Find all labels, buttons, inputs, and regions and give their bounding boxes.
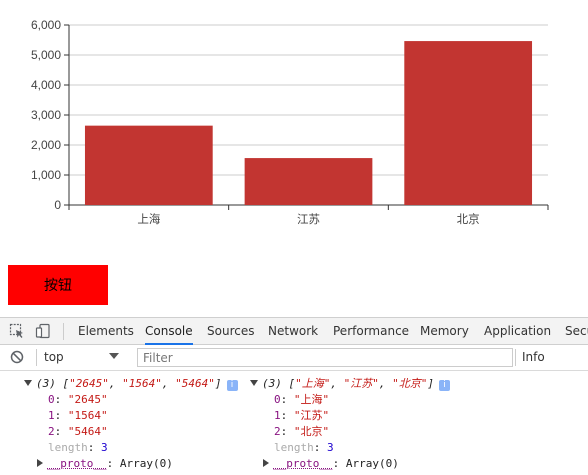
summary-item: "江苏" xyxy=(344,377,379,390)
item-colon: : xyxy=(281,393,294,406)
tab-elements[interactable]: Elements xyxy=(78,318,134,345)
item-index: 1 xyxy=(274,409,281,422)
log-levels-selector[interactable]: Info xyxy=(515,349,545,366)
item-value: "江苏" xyxy=(294,409,329,422)
array-length: length: 3 xyxy=(274,440,334,456)
bar-1 xyxy=(85,126,213,205)
item-colon: : xyxy=(281,425,294,438)
proto-colon: : xyxy=(333,457,346,470)
bar-chart-svg: 0 1,000 2,000 3,000 4,000 5,000 6,000 上海 江苏 北京 xyxy=(0,0,588,240)
array-item: 0: "上海" xyxy=(274,392,329,408)
array-item: 0: "2645" xyxy=(48,392,108,408)
item-colon: : xyxy=(55,425,68,438)
summary-separator: , xyxy=(379,377,392,390)
summary-item: "上海" xyxy=(295,377,330,390)
x-category-label: 北京 xyxy=(457,212,480,226)
tab-secu[interactable]: Secu xyxy=(565,318,588,345)
inspect-element-icon[interactable] xyxy=(9,323,25,339)
item-colon: : xyxy=(55,409,68,422)
length-value: 3 xyxy=(101,441,108,454)
bar-2 xyxy=(245,158,373,205)
proto-colon: : xyxy=(107,457,120,470)
array-item: 2: "5464" xyxy=(48,424,108,440)
x-category-label: 江苏 xyxy=(297,212,320,226)
y-tick-label: 4,000 xyxy=(31,78,61,92)
tab-performance[interactable]: Performance xyxy=(333,318,409,345)
summary-separator: , xyxy=(109,377,122,390)
summary-separator: , xyxy=(330,377,343,390)
array-item: 1: "1564" xyxy=(48,408,108,424)
item-colon: : xyxy=(55,393,68,406)
summary-prefix: (3) [ xyxy=(36,377,69,390)
item-value: "1564" xyxy=(68,409,108,422)
tab-memory[interactable]: Memory xyxy=(420,318,469,345)
bar-3 xyxy=(404,41,532,205)
expand-triangle-icon[interactable] xyxy=(24,380,32,386)
summary-suffix: ] xyxy=(427,377,434,390)
chevron-down-icon xyxy=(109,353,119,359)
y-tick-label: 6,000 xyxy=(31,18,61,32)
y-tick-label: 3,000 xyxy=(31,108,61,122)
item-colon: : xyxy=(281,409,294,422)
length-key: length xyxy=(274,441,314,454)
item-value: "上海" xyxy=(294,393,329,406)
summary-prefix: (3) [ xyxy=(262,377,295,390)
y-tick-label: 1,000 xyxy=(31,168,61,182)
filter-input[interactable] xyxy=(137,348,513,367)
proto-key: __proto__ xyxy=(273,457,333,470)
length-colon: : xyxy=(314,441,327,454)
collapse-triangle-icon[interactable] xyxy=(37,459,43,467)
array-summary[interactable]: (3) ["上海", "江苏", "北京"] i xyxy=(250,376,450,392)
item-index: 2 xyxy=(274,425,281,438)
y-tick-label: 5,000 xyxy=(31,48,61,62)
item-index: 2 xyxy=(48,425,55,438)
array-proto[interactable]: __proto__: Array(0) xyxy=(37,456,173,472)
y-tick-label: 0 xyxy=(54,198,61,212)
summary-item: "2645" xyxy=(69,377,109,390)
tab-separator xyxy=(63,323,64,340)
array-proto[interactable]: __proto__: Array(0) xyxy=(263,456,399,472)
expand-triangle-icon[interactable] xyxy=(250,380,258,386)
tab-application[interactable]: Application xyxy=(484,318,551,345)
proto-key: __proto__ xyxy=(47,457,107,470)
context-value: top xyxy=(44,350,64,364)
length-key: length xyxy=(48,441,88,454)
summary-item: "1564" xyxy=(122,377,162,390)
summary-item: "5464" xyxy=(175,377,215,390)
item-index: 0 xyxy=(48,393,55,406)
devtools-tab-bar: Elements Console Sources Network Performance… xyxy=(0,317,588,345)
length-colon: : xyxy=(88,441,101,454)
array-summary[interactable]: (3) ["2645", "1564", "5464"] i xyxy=(24,376,238,392)
proto-value: Array(0) xyxy=(120,457,173,470)
item-value: "5464" xyxy=(68,425,108,438)
device-toolbar-icon[interactable] xyxy=(35,323,51,339)
item-index: 1 xyxy=(48,409,55,422)
bar-chart: 0 1,000 2,000 3,000 4,000 5,000 6,000 上海 江苏 北京 xyxy=(0,0,588,240)
action-button[interactable]: 按钮 xyxy=(8,265,108,305)
x-category-label: 上海 xyxy=(137,212,160,226)
proto-value: Array(0) xyxy=(346,457,399,470)
array-item: 1: "江苏" xyxy=(274,408,329,424)
item-value: "北京" xyxy=(294,425,329,438)
clear-console-icon[interactable] xyxy=(10,350,24,364)
tab-console[interactable]: Console xyxy=(145,318,193,345)
info-icon: i xyxy=(227,380,238,391)
tab-network[interactable]: Network xyxy=(268,318,318,345)
console-toolbar: top Info xyxy=(0,345,588,371)
item-value: "2645" xyxy=(68,393,108,406)
y-tick-label: 2,000 xyxy=(31,138,61,152)
summary-suffix: ] xyxy=(215,377,222,390)
array-item: 2: "北京" xyxy=(274,424,329,440)
console-output: (3) ["2645", "1564", "5464"] i 0: "2645" 1:… xyxy=(0,372,588,475)
collapse-triangle-icon[interactable] xyxy=(263,459,269,467)
length-value: 3 xyxy=(327,441,334,454)
summary-separator: , xyxy=(162,377,175,390)
item-index: 0 xyxy=(274,393,281,406)
array-length: length: 3 xyxy=(48,440,108,456)
devtools-panel: Elements Console Sources Network Performance… xyxy=(0,317,588,475)
summary-item: "北京" xyxy=(392,377,427,390)
tab-sources[interactable]: Sources xyxy=(207,318,254,345)
info-icon: i xyxy=(439,380,450,391)
